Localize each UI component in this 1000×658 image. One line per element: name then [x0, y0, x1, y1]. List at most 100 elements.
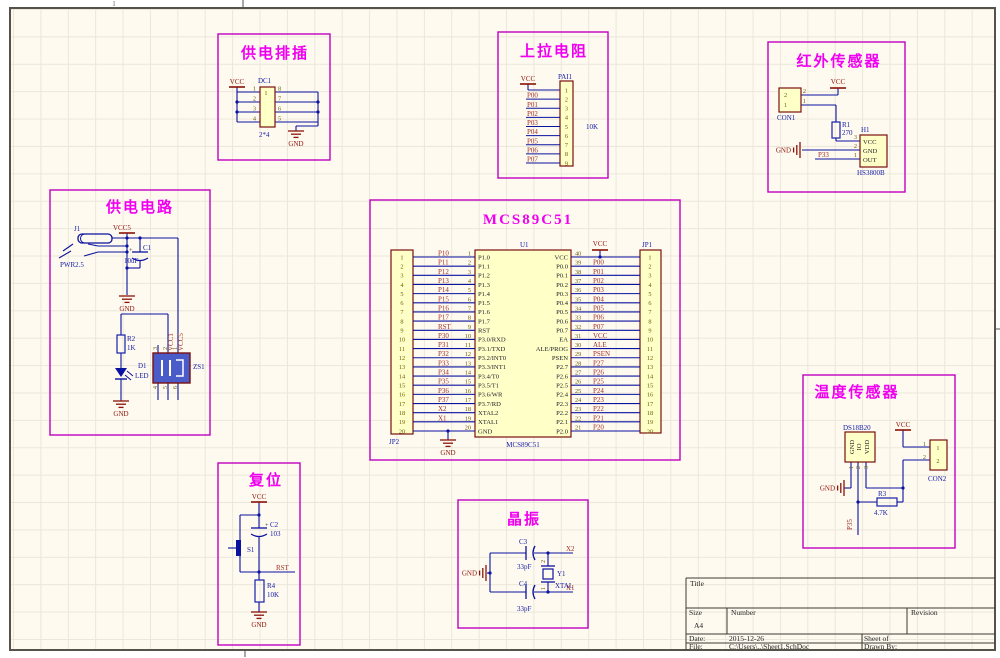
- designator[interactable]: JP2: [389, 438, 400, 446]
- designator[interactable]: R3: [878, 490, 887, 498]
- net-label[interactable]: P15: [438, 295, 449, 303]
- net-label[interactable]: P21: [593, 414, 604, 422]
- power-label[interactable]: VCC: [896, 421, 911, 429]
- net-label[interactable]: P30: [438, 332, 449, 340]
- net-label[interactable]: P05: [527, 137, 538, 145]
- designator[interactable]: CON1: [777, 114, 796, 122]
- designator[interactable]: 10K: [267, 591, 279, 599]
- power-label[interactable]: VCC: [593, 240, 608, 248]
- net-label[interactable]: P31: [438, 341, 449, 349]
- component-zs1[interactable]: [152, 352, 191, 384]
- designator[interactable]: C1: [143, 244, 152, 252]
- designator[interactable]: JP1: [642, 241, 653, 249]
- net-label[interactable]: P07: [593, 323, 604, 331]
- net-label[interactable]: P00: [593, 259, 604, 267]
- net-label[interactable]: P14: [438, 286, 449, 294]
- net-label[interactable]: P05: [593, 304, 604, 312]
- net-label[interactable]: X2: [566, 545, 575, 553]
- net-label[interactable]: P33: [438, 359, 449, 367]
- wire[interactable]: [58, 250, 72, 259]
- net-label[interactable]: P36: [438, 387, 449, 395]
- wire[interactable]: [62, 243, 74, 252]
- designator[interactable]: CON2: [928, 475, 947, 483]
- power-label[interactable]: VCC: [252, 493, 267, 501]
- wire[interactable]: [83, 251, 99, 257]
- designator[interactable]: 270: [842, 129, 853, 137]
- designator[interactable]: R4: [267, 582, 276, 590]
- designator[interactable]: U1: [520, 241, 529, 249]
- net-label[interactable]: P26: [593, 369, 604, 377]
- net-label[interactable]: P02: [593, 277, 604, 285]
- designator[interactable]: H1: [861, 126, 870, 134]
- net-label[interactable]: PSEN: [593, 350, 610, 358]
- designator[interactable]: MCS89C51: [506, 441, 540, 449]
- net-label[interactable]: P03: [593, 286, 604, 294]
- designator[interactable]: 10K: [586, 123, 598, 131]
- net-label[interactable]: P20: [593, 424, 604, 432]
- net-label[interactable]: P22: [593, 405, 604, 413]
- net-label[interactable]: P04: [593, 295, 604, 303]
- net-label[interactable]: ALE: [593, 341, 607, 349]
- designator[interactable]: 4.7K: [874, 509, 888, 517]
- net-label[interactable]: P25: [593, 378, 604, 386]
- designator[interactable]: 1K: [127, 344, 136, 352]
- net-label[interactable]: P06: [593, 314, 604, 322]
- designator[interactable]: PAI1: [558, 73, 573, 81]
- resistor-r1[interactable]: [831, 121, 841, 139]
- button-s1[interactable]: [236, 540, 241, 556]
- designator[interactable]: 103: [270, 530, 281, 538]
- wire[interactable]: [87, 243, 99, 247]
- designator[interactable]: J1: [74, 225, 81, 233]
- power-jack-j1[interactable]: [77, 233, 113, 244]
- net-label[interactable]: RST: [438, 323, 452, 331]
- net-label[interactable]: P23: [593, 396, 604, 404]
- net-label[interactable]: P34: [438, 369, 449, 377]
- net-label[interactable]: P12: [438, 268, 449, 276]
- designator[interactable]: S1: [247, 546, 255, 554]
- net-label[interactable]: P35: [846, 519, 854, 530]
- net-label[interactable]: P06: [527, 146, 538, 154]
- net-label[interactable]: P17: [438, 314, 449, 322]
- designator[interactable]: 33pF: [517, 563, 532, 571]
- designator[interactable]: C4: [519, 580, 528, 588]
- net-label[interactable]: X1: [566, 584, 575, 592]
- resistor-r2[interactable]: [116, 334, 126, 354]
- designator[interactable]: 10uF: [124, 257, 139, 265]
- net-label[interactable]: P11: [438, 259, 449, 267]
- designator[interactable]: R2: [127, 335, 136, 343]
- designator[interactable]: DS18B20: [843, 424, 871, 432]
- designator[interactable]: C2: [270, 521, 279, 529]
- net-label[interactable]: P01: [593, 268, 604, 276]
- net-label[interactable]: P02: [527, 110, 538, 118]
- net-label[interactable]: P00: [527, 92, 538, 100]
- resistor-r4[interactable]: [254, 579, 265, 603]
- net-label[interactable]: P24: [593, 387, 604, 395]
- net-label[interactable]: P37: [438, 396, 449, 404]
- power-label[interactable]: VCC5: [113, 224, 131, 232]
- designator[interactable]: 2*4: [259, 131, 270, 139]
- power-jack-j1[interactable]: [80, 233, 86, 244]
- designator[interactable]: 33pF: [517, 605, 532, 613]
- capacitor-c2[interactable]: [250, 533, 268, 538]
- net-label[interactable]: P04: [527, 128, 538, 136]
- net-label[interactable]: VCC: [593, 332, 608, 340]
- designator[interactable]: ZS1: [193, 363, 205, 371]
- power-label[interactable]: VCC: [521, 75, 536, 83]
- power-label[interactable]: VCC: [230, 78, 245, 86]
- designator[interactable]: C3: [519, 538, 528, 546]
- component-con1[interactable]: [778, 87, 802, 113]
- net-label[interactable]: P16: [438, 304, 449, 312]
- net-label[interactable]: P13: [438, 277, 449, 285]
- net-label[interactable]: P01: [527, 101, 538, 109]
- resistor-r3[interactable]: [876, 497, 898, 507]
- designator[interactable]: DC1: [258, 77, 272, 85]
- net-label[interactable]: X2: [438, 405, 447, 413]
- designator[interactable]: D1: [138, 362, 147, 370]
- net-label[interactable]: P27: [593, 359, 604, 367]
- designator[interactable]: PWR2.5: [60, 261, 84, 269]
- net-label[interactable]: P10: [438, 250, 449, 258]
- net-label[interactable]: RST: [276, 564, 290, 572]
- power-label[interactable]: VCC: [831, 78, 846, 86]
- net-label[interactable]: P07: [527, 156, 538, 164]
- net-label[interactable]: P35: [438, 378, 449, 386]
